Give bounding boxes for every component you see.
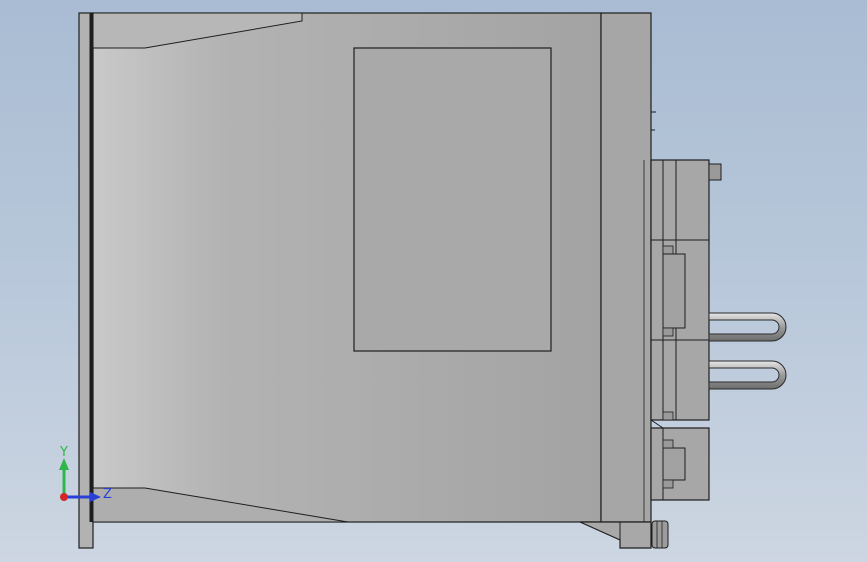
triad-x-origin [60,493,68,501]
manifold-port-2[interactable] [662,327,674,337]
cad-graphics-viewport[interactable]: Y Z [0,0,867,562]
front-panel-recess[interactable] [353,47,552,352]
top-fitting[interactable] [708,163,722,181]
lower-port-face [662,447,686,481]
lower-stub [650,419,664,429]
triad-y-label: Y [59,445,68,460]
model-view[interactable]: Y Z [0,0,867,562]
lower-port-1[interactable] [662,439,674,449]
bottom-connector[interactable] [651,520,669,549]
lower-port-2[interactable] [662,479,674,489]
triad-z-label: Z [103,487,112,502]
u-tube-upper[interactable] [708,312,787,342]
manifold-port-1[interactable] [662,245,674,255]
u-tube-lower[interactable] [708,360,787,390]
manifold-port-3[interactable] [662,411,674,421]
manifold-port-face-1 [662,253,686,329]
bottom-foot[interactable] [579,521,652,549]
